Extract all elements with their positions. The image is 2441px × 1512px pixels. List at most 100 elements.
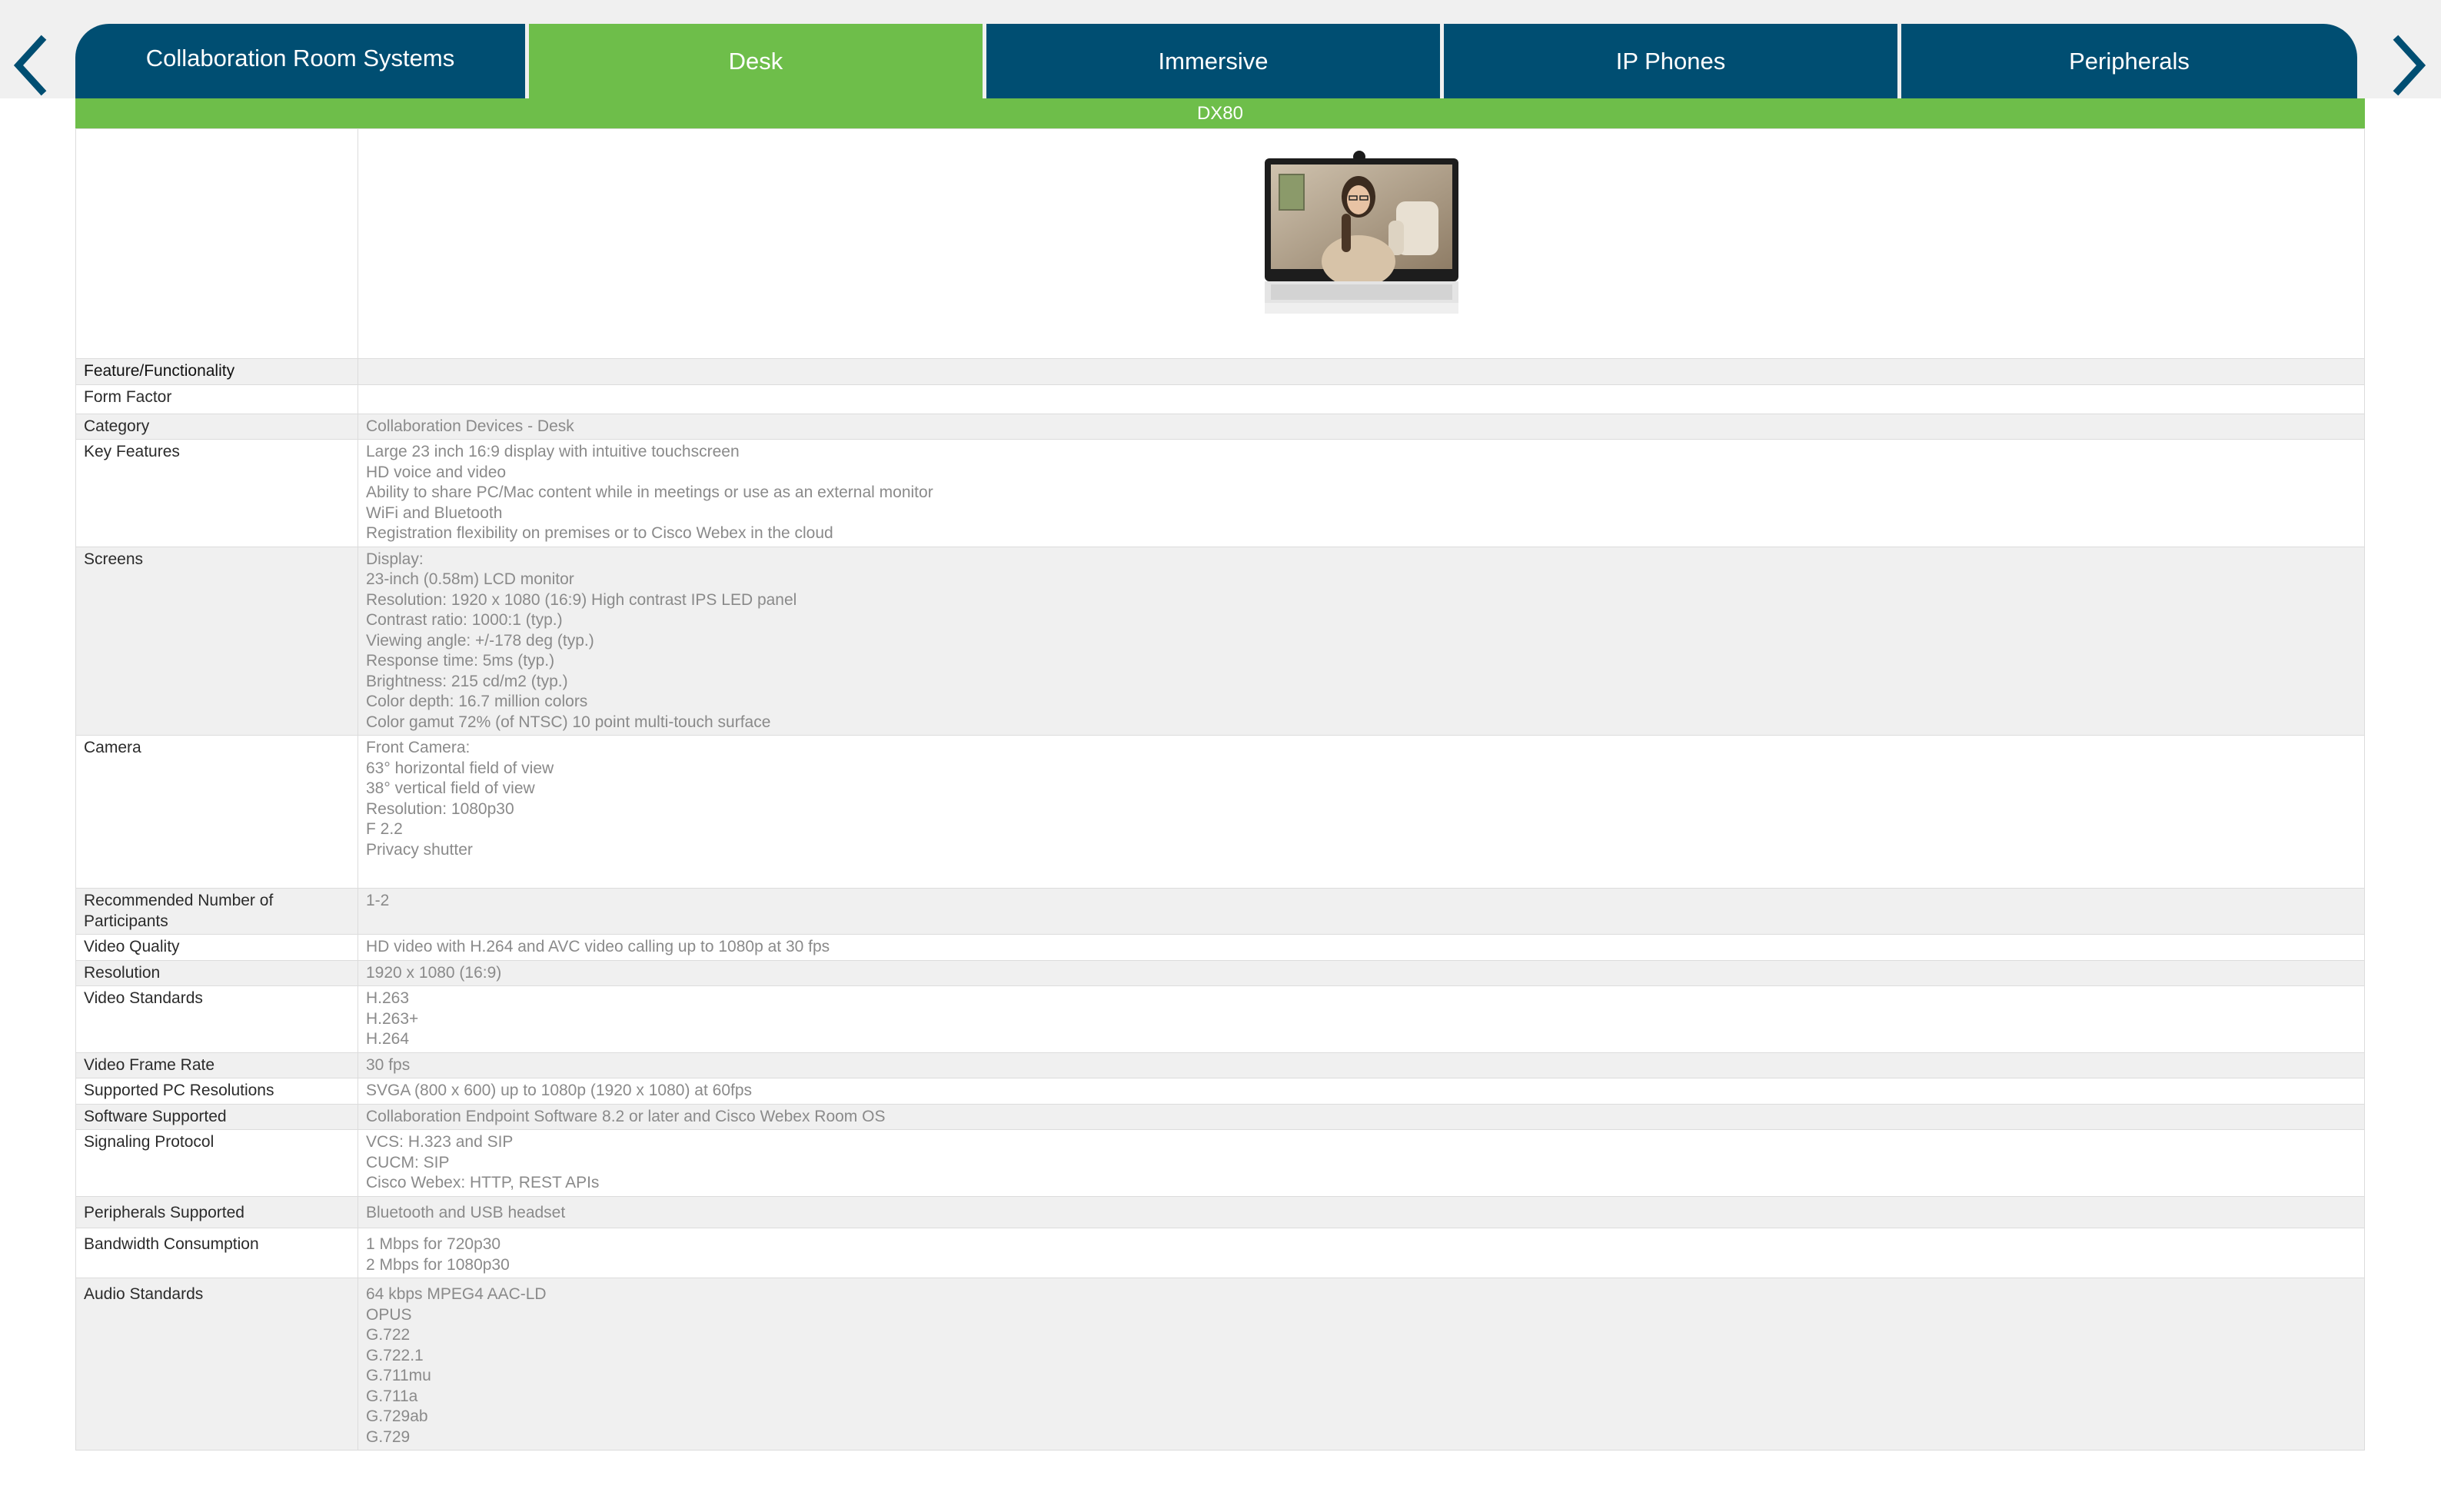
image-row-value-cell	[358, 128, 2365, 359]
form-factor-label: Form Factor	[75, 384, 358, 414]
spec-row-bandwidth: Bandwidth Consumption 1 Mbps for 720p30 …	[75, 1228, 2365, 1278]
peripherals-value: Bluetooth and USB headset	[358, 1195, 2365, 1228]
screens-line: Color depth: 16.7 million colors	[366, 693, 588, 710]
spec-row-category: Category Collaboration Devices - Desk	[75, 413, 2365, 440]
image-row-label-cell	[75, 128, 358, 359]
audio-line: OPUS	[366, 1305, 412, 1324]
camera-line: Front Camera:	[366, 739, 471, 756]
spec-row-key-features: Key Features Large 23 inch 16:9 display …	[75, 439, 2365, 547]
pc-resolutions-label: Supported PC Resolutions	[75, 1078, 358, 1105]
prev-page-button[interactable]	[8, 31, 54, 100]
screens-line: Display:	[366, 550, 424, 568]
form-factor-value	[358, 384, 2365, 414]
tab-immersive[interactable]: Immersive	[986, 24, 1440, 98]
category-value: Collaboration Devices - Desk	[358, 413, 2365, 440]
audio-line: G.729	[366, 1427, 411, 1446]
signaling-value: VCS: H.323 and SIP CUCM: SIP Cisco Webex…	[358, 1129, 2365, 1197]
screens-line: 23-inch (0.58m) LCD monitor	[366, 570, 574, 588]
key-feature-line: Registration flexibility on premises or …	[366, 524, 833, 542]
camera-line: Resolution: 1080p30	[366, 799, 514, 818]
software-value: Collaboration Endpoint Software 8.2 or l…	[358, 1103, 2365, 1130]
audio-value: 64 kbps MPEG4 AAC-LD OPUS G.722 G.722.1 …	[358, 1278, 2365, 1451]
spec-row-software: Software Supported Collaboration Endpoin…	[75, 1103, 2365, 1130]
screens-value: Display: 23-inch (0.58m) LCD monitor Res…	[358, 546, 2365, 736]
screens-line: Resolution: 1920 x 1080 (16:9) High cont…	[366, 590, 797, 609]
screens-line: Response time: 5ms (typ.)	[366, 652, 555, 670]
spec-row-resolution: Resolution 1920 x 1080 (16:9)	[75, 959, 2365, 986]
video-quality-value: HD video with H.264 and AVC video callin…	[358, 934, 2365, 961]
bandwidth-value: 1 Mbps for 720p30 2 Mbps for 1080p30	[358, 1228, 2365, 1278]
signaling-label: Signaling Protocol	[75, 1129, 358, 1197]
resolution-value: 1920 x 1080 (16:9)	[358, 959, 2365, 986]
product-name-bar: DX80	[75, 98, 2365, 128]
feature-header-label: Feature/Functionality	[75, 358, 358, 385]
tab-peripherals[interactable]: Peripherals	[1901, 24, 2357, 98]
video-standards-value: H.263 H.263+ H.264	[358, 985, 2365, 1053]
signaling-line: VCS: H.323 and SIP	[366, 1133, 514, 1151]
chevron-right-icon	[2393, 35, 2426, 96]
video-standard-line: H.263+	[366, 1009, 419, 1028]
feature-header-value	[358, 358, 2365, 385]
audio-line: 64 kbps MPEG4 AAC-LD	[366, 1285, 547, 1303]
resolution-label: Resolution	[75, 959, 358, 986]
key-feature-line: Large 23 inch 16:9 display with intuitiv…	[366, 443, 740, 460]
spec-row-participants: Recommended Number of Participants 1-2	[75, 888, 2365, 935]
category-tabs: Collaboration Room Systems Desk Immersiv…	[75, 24, 2365, 98]
camera-label: Camera	[75, 735, 358, 889]
spec-row-video-standards: Video Standards H.263 H.263+ H.264	[75, 985, 2365, 1053]
camera-line: 38° vertical field of view	[366, 779, 535, 797]
camera-line: Privacy shutter	[366, 840, 473, 859]
camera-line: F 2.2	[366, 820, 403, 838]
spec-row-pc-resolutions: Supported PC Resolutions SVGA (800 x 600…	[75, 1078, 2365, 1105]
signaling-line: CUCM: SIP	[366, 1153, 450, 1171]
camera-line: 63° horizontal field of view	[366, 759, 554, 777]
screens-line: Viewing angle: +/-178 deg (typ.)	[366, 631, 594, 650]
tab-ip-phones[interactable]: IP Phones	[1444, 24, 1897, 98]
key-features-label: Key Features	[75, 439, 358, 547]
key-features-value: Large 23 inch 16:9 display with intuitiv…	[358, 439, 2365, 547]
chevron-left-icon	[13, 35, 47, 96]
category-label: Category	[75, 413, 358, 440]
product-name: DX80	[1196, 102, 1244, 124]
next-page-button[interactable]	[2386, 31, 2432, 100]
audio-line: G.729ab	[366, 1407, 428, 1425]
spec-row-screens: Screens Display: 23-inch (0.58m) LCD mon…	[75, 546, 2365, 736]
key-feature-line: WiFi and Bluetooth	[366, 503, 503, 522]
video-standards-label: Video Standards	[75, 985, 358, 1053]
bandwidth-line: 2 Mbps for 1080p30	[366, 1255, 510, 1274]
audio-line: G.711a	[366, 1387, 418, 1405]
key-feature-line: HD voice and video	[366, 463, 507, 481]
audio-line: G.722	[366, 1326, 411, 1344]
spec-row-form-factor: Form Factor	[75, 384, 2365, 414]
video-standard-line: H.264	[366, 1030, 410, 1048]
spec-table: Feature/Functionality Form Factor Catego…	[75, 128, 2365, 1451]
video-standard-line: H.263	[366, 989, 410, 1007]
audio-line: G.722.1	[366, 1346, 424, 1364]
spec-row-video-quality: Video Quality HD video with H.264 and AV…	[75, 934, 2365, 961]
audio-line: G.711mu	[366, 1367, 431, 1384]
spec-row-header: Feature/Functionality	[75, 358, 2365, 385]
screens-label: Screens	[75, 546, 358, 736]
peripherals-label: Peripherals Supported	[75, 1195, 358, 1228]
video-quality-label: Video Quality	[75, 934, 358, 961]
dx80-device-image	[1264, 151, 1458, 314]
screens-line: Contrast ratio: 1000:1 (typ.)	[366, 611, 563, 629]
bandwidth-line: 1 Mbps for 720p30	[366, 1235, 501, 1253]
audio-label: Audio Standards	[75, 1278, 358, 1451]
tab-collaboration-room-systems[interactable]: Collaboration Room Systems	[75, 24, 525, 98]
spec-row-signaling: Signaling Protocol VCS: H.323 and SIP CU…	[75, 1129, 2365, 1197]
camera-value: Front Camera: 63° horizontal field of vi…	[358, 735, 2365, 889]
tab-desk[interactable]: Desk	[529, 24, 983, 98]
participants-label-line: Recommended Number of	[84, 892, 274, 909]
spec-row-peripherals: Peripherals Supported Bluetooth and USB …	[75, 1195, 2365, 1228]
software-label: Software Supported	[75, 1103, 358, 1130]
screens-line: Color gamut 72% (of NTSC) 10 point multi…	[366, 713, 771, 731]
signaling-line: Cisco Webex: HTTP, REST APIs	[366, 1174, 600, 1191]
participants-label-line: Participants	[84, 912, 168, 930]
participants-label: Recommended Number of Participants	[75, 888, 358, 935]
key-feature-line: Ability to share PC/Mac content while in…	[366, 484, 933, 501]
bandwidth-label: Bandwidth Consumption	[75, 1228, 358, 1278]
frame-rate-label: Video Frame Rate	[75, 1052, 358, 1078]
pc-resolutions-value: SVGA (800 x 600) up to 1080p (1920 x 108…	[358, 1078, 2365, 1105]
frame-rate-value: 30 fps	[358, 1052, 2365, 1078]
